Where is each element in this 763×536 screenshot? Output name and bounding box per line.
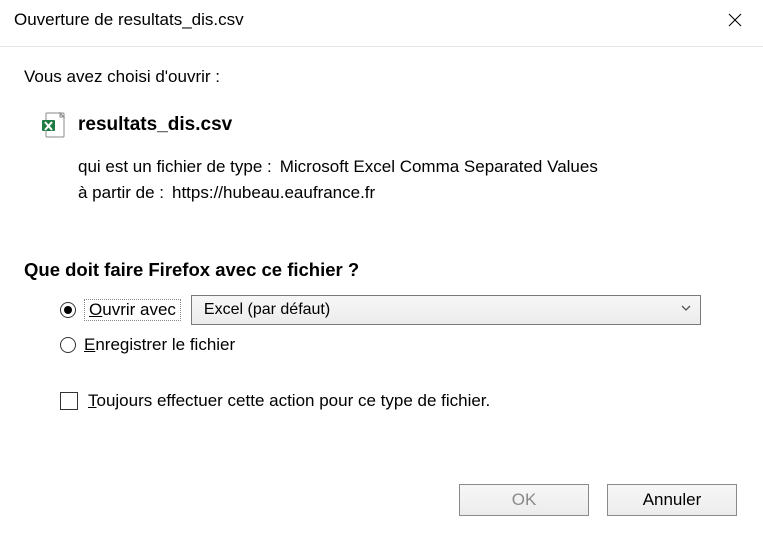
open-with-select[interactable]: Excel (par défaut) [191, 295, 701, 325]
action-question: Que doit faire Firefox avec ce fichier ? [24, 259, 739, 281]
open-with-row: Ouvrir avec Excel (par défaut) [60, 295, 739, 325]
cancel-button[interactable]: Annuler [607, 484, 737, 516]
file-name: resultats_dis.csv [78, 114, 232, 136]
dialog-footer: OK Annuler [459, 484, 737, 516]
chevron-down-icon [680, 301, 692, 319]
file-row: resultats_dis.csv [40, 111, 739, 139]
excel-file-icon [40, 111, 68, 139]
window-title: Ouverture de resultats_dis.csv [14, 10, 244, 30]
open-with-radio[interactable] [60, 302, 76, 318]
always-action-label[interactable]: Toujours effectuer cette action pour ce … [88, 391, 490, 411]
file-type-label: qui est un fichier de type : [78, 157, 272, 177]
file-type-value: Microsoft Excel Comma Separated Values [280, 157, 598, 177]
save-file-row: Enregistrer le fichier [60, 335, 739, 355]
open-with-label[interactable]: Ouvrir avec [84, 299, 181, 321]
close-button[interactable] [721, 6, 749, 34]
ok-button[interactable]: OK [459, 484, 589, 516]
intro-text: Vous avez choisi d'ouvrir : [24, 67, 739, 87]
file-source-value: https://hubeau.eaufrance.fr [172, 183, 375, 203]
save-file-radio[interactable] [60, 337, 76, 353]
open-with-selected-value: Excel (par défaut) [204, 301, 330, 319]
titlebar: Ouverture de resultats_dis.csv [0, 0, 763, 47]
file-meta: qui est un fichier de type : Microsoft E… [78, 157, 739, 203]
dialog-content: Vous avez choisi d'ouvrir : resultats_di… [0, 47, 763, 411]
close-icon [727, 12, 743, 28]
file-source-label: à partir de : [78, 183, 164, 203]
save-file-label[interactable]: Enregistrer le fichier [84, 335, 235, 355]
always-action-checkbox[interactable] [60, 392, 78, 410]
always-action-row: Toujours effectuer cette action pour ce … [60, 391, 739, 411]
